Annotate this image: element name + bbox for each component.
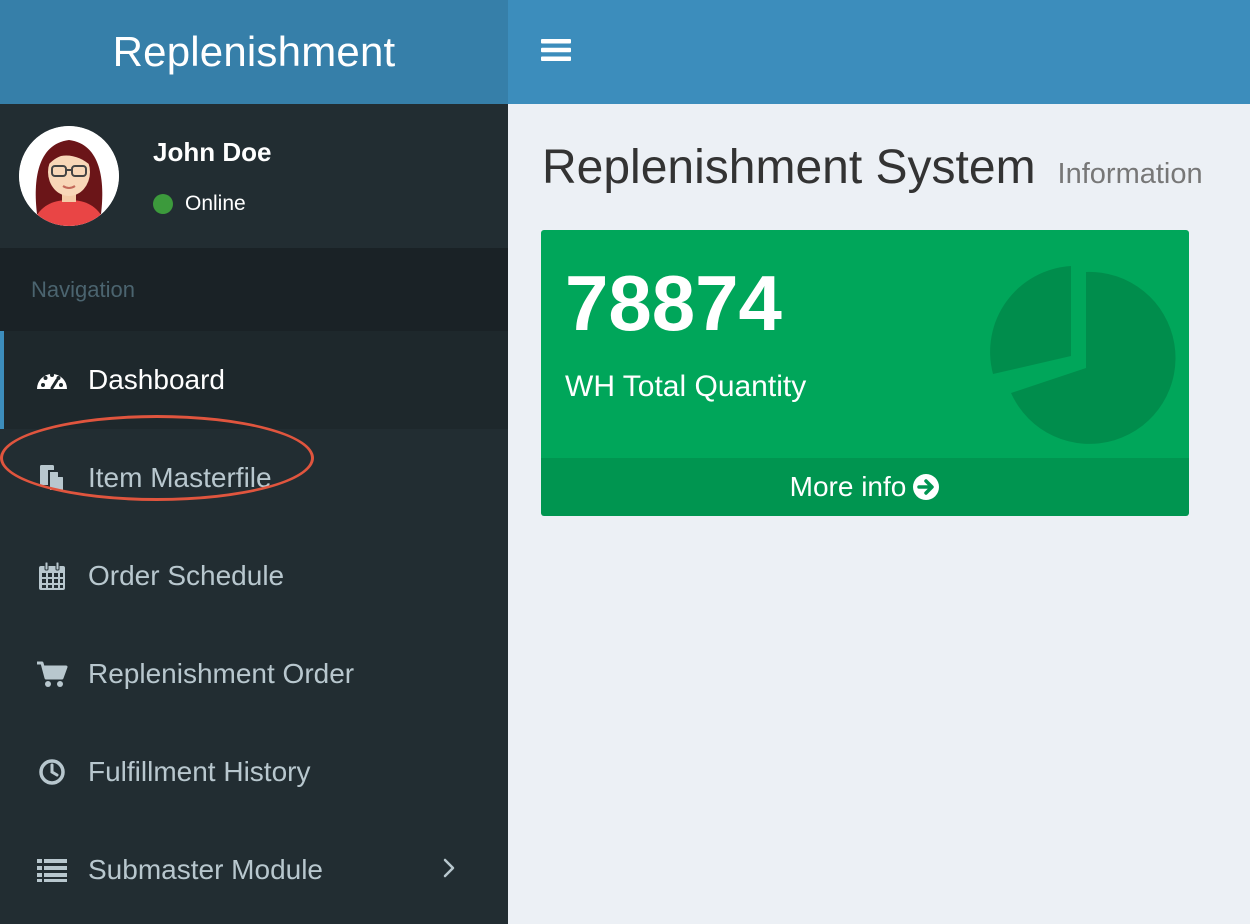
dashboard-icon <box>35 363 69 397</box>
online-status-icon <box>153 194 173 214</box>
more-info-label: More info <box>789 471 907 502</box>
sidebar-item-label: Submaster Module <box>88 854 324 885</box>
list-icon <box>35 853 69 887</box>
cart-icon <box>35 657 69 691</box>
sidebar-item-label: Fulfillment History <box>88 756 311 787</box>
avatar-icon <box>19 126 119 226</box>
user-status-label: Online <box>185 192 246 215</box>
sidebar-item-replenishment-order[interactable]: Replenishment Order <box>0 625 508 723</box>
hamburger-icon <box>541 39 571 61</box>
stat-label: WH Total Quantity <box>565 370 807 403</box>
stat-value: 78874 <box>565 259 782 347</box>
sidebar-item-submaster-module[interactable]: Submaster Module <box>0 821 508 919</box>
sidebar-item-item-masterfile[interactable]: Item Masterfile <box>0 415 508 527</box>
chevron-right-icon <box>442 855 456 887</box>
top-navbar <box>508 0 1250 104</box>
app-window: Replenishment John Doe Online Navigation… <box>0 0 1250 924</box>
sidebar-menu: Dashboard Item Masterfile Order Schedule… <box>0 331 508 919</box>
page-title: Replenishment System <box>542 141 1036 194</box>
main-content: Replenishment System Information 78874 W… <box>508 104 1250 924</box>
page-subtitle: Information <box>1057 158 1203 190</box>
sidebar-item-label: Replenishment Order <box>88 658 355 689</box>
user-panel: John Doe Online <box>0 104 508 248</box>
sidebar-toggle-button[interactable] <box>536 30 576 70</box>
sidebar-item-dashboard[interactable]: Dashboard <box>0 331 508 429</box>
sidebar-item-label: Item Masterfile <box>88 462 272 493</box>
user-name: John Doe <box>153 137 272 167</box>
pie-chart-icon <box>990 266 1176 444</box>
user-status[interactable]: Online <box>153 192 246 216</box>
sidebar-item-order-schedule[interactable]: Order Schedule <box>0 527 508 625</box>
sidebar-item-label: Dashboard <box>88 364 225 395</box>
stat-box-wh-total-quantity: 78874 WH Total Quantity More info <box>541 230 1189 516</box>
arrow-circle-right-icon <box>912 473 940 501</box>
navigation-header: Navigation <box>0 248 508 331</box>
more-info-link[interactable]: More info <box>541 458 1189 516</box>
logo-text: Replenishment <box>112 28 396 75</box>
page-header: Replenishment System Information <box>542 140 1203 195</box>
copy-file-icon <box>35 461 69 495</box>
clock-icon <box>35 755 69 789</box>
user-avatar <box>19 126 119 226</box>
sidebar-item-label: Order Schedule <box>88 560 285 591</box>
sidebar: John Doe Online Navigation Dashboard Ite… <box>0 104 508 924</box>
calendar-icon <box>35 559 69 593</box>
sidebar-item-fulfillment-history[interactable]: Fulfillment History <box>0 723 508 821</box>
app-logo[interactable]: Replenishment <box>0 0 508 104</box>
